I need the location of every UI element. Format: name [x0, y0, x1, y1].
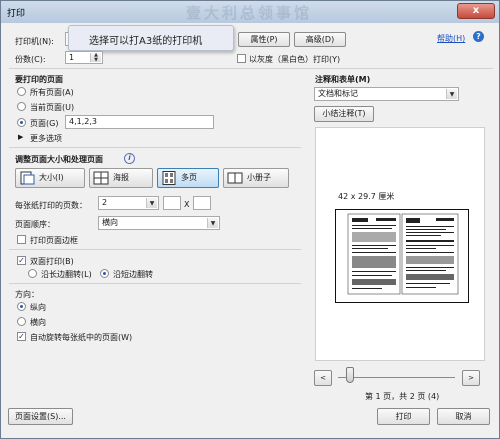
cancel-button[interactable]: 取消 — [437, 408, 490, 425]
more-options-link[interactable]: 更多选项 — [30, 133, 62, 144]
current-page-radio[interactable] — [17, 102, 26, 111]
divider — [9, 147, 301, 148]
page-slider-thumb[interactable] — [346, 367, 354, 383]
page-slider-track[interactable] — [338, 377, 455, 378]
grayscale-checkbox[interactable] — [237, 54, 246, 63]
grayscale-label: 以灰度（黑白色）打印(Y) — [249, 55, 341, 64]
divider — [9, 249, 301, 250]
comments-section-title: 注释和表单(M) — [315, 75, 371, 84]
divider — [9, 283, 301, 284]
duplex-checkbox[interactable]: ✓ — [17, 256, 26, 265]
chevron-down-icon: ▼ — [146, 198, 157, 208]
print-button[interactable]: 打印 — [377, 408, 430, 425]
sizing-section-title: 调整页面大小和处理页面 — [15, 155, 103, 164]
page-range-radio[interactable] — [17, 118, 26, 127]
multiple-pages-button[interactable]: 多页 — [157, 168, 219, 188]
all-pages-label: 所有页面(A) — [30, 88, 74, 97]
divider — [9, 68, 493, 69]
page-range-label: 页面(G) — [30, 119, 59, 128]
pages-per-sheet-label: 每张纸打印的页数： — [15, 201, 87, 210]
pages-section-title: 要打印的页面 — [15, 75, 63, 84]
next-page-button[interactable]: > — [462, 370, 480, 386]
auto-rotate-checkbox[interactable]: ✓ — [17, 332, 26, 341]
window-title: 打印 — [7, 9, 26, 19]
copies-label: 份数(C): — [15, 55, 46, 64]
spinner-icon[interactable]: ▲ ▼ — [90, 53, 101, 63]
times-label: X — [184, 200, 190, 209]
comments-dropdown[interactable]: 文档和标记 ▼ — [314, 87, 459, 101]
size-button[interactable]: 大小(I) — [15, 168, 85, 188]
pages-per-sheet-select[interactable]: 2 ▼ — [98, 196, 159, 210]
previous-page-button[interactable]: < — [314, 370, 332, 386]
preview-sheet — [335, 209, 469, 303]
short-edge-radio[interactable] — [100, 269, 109, 278]
help-link[interactable]: 帮助(H) — [437, 33, 465, 44]
close-button[interactable]: x — [457, 3, 495, 19]
portrait-label: 纵向 — [30, 303, 46, 312]
chevron-down-icon: ▼ — [207, 218, 218, 228]
page-size-icon — [19, 171, 35, 185]
annotation-tooltip: 选择可以打A3纸的打印机 — [68, 25, 234, 51]
advanced-button[interactable]: 高级(D) — [294, 32, 346, 47]
long-edge-radio[interactable] — [28, 269, 37, 278]
printer-label: 打印机(N): — [15, 37, 54, 46]
poster-button[interactable]: 海报 — [89, 168, 153, 188]
chevron-down-icon: ▼ — [446, 89, 457, 99]
landscape-label: 横向 — [30, 318, 46, 327]
poster-icon — [93, 171, 109, 185]
print-dialog: 打印 壹大利总领事馆 x 打印机(N): ▼ 选择可以打A3纸的打印机 属性(P… — [0, 0, 500, 439]
page-order-label: 页面顺序： — [15, 220, 55, 229]
all-pages-radio[interactable] — [17, 87, 26, 96]
page-setup-button[interactable]: 页面设置(S)... — [8, 408, 73, 425]
paper-size-text: 42 x 29.7 厘米 — [338, 192, 395, 201]
booklet-icon — [227, 171, 243, 185]
landscape-radio[interactable] — [17, 317, 26, 326]
print-border-label: 打印页面边框 — [30, 236, 78, 245]
page-order-select[interactable]: 横向 ▼ — [98, 216, 220, 230]
summarize-comments-button[interactable]: 小结注释(T) — [314, 106, 374, 122]
page-status-text: 第 1 页，共 2 页 (4) — [365, 392, 440, 401]
pages-per-sheet-rows[interactable] — [193, 196, 211, 210]
duplex-label: 双面打印(B) — [30, 257, 74, 266]
expand-triangle-icon[interactable]: ▶ — [18, 133, 23, 141]
orientation-title: 方向： — [15, 290, 39, 299]
portrait-radio[interactable] — [17, 302, 26, 311]
title-bar: 打印 壹大利总领事馆 x — [1, 1, 499, 23]
help-icon[interactable]: ? — [473, 31, 484, 42]
pages-per-sheet-columns[interactable] — [163, 196, 181, 210]
current-page-label: 当前页面(U) — [30, 103, 75, 112]
page-range-input[interactable]: 4,1,2,3 — [65, 115, 214, 129]
print-border-checkbox[interactable] — [17, 235, 26, 244]
booklet-button[interactable]: 小册子 — [223, 168, 289, 188]
properties-button[interactable]: 属性(P) — [238, 32, 290, 47]
long-edge-label: 沿长边翻转(L) — [41, 270, 92, 279]
multiple-pages-icon — [161, 170, 177, 185]
info-icon[interactable]: i — [124, 153, 135, 164]
document-thumbnails-icon — [347, 213, 459, 295]
copies-input[interactable]: 1 ▲ ▼ — [65, 51, 103, 64]
background-watermark: 壹大利总领事馆 — [186, 4, 313, 22]
auto-rotate-label: 自动旋转每张纸中的页面(W) — [30, 333, 133, 342]
short-edge-label: 沿短边翻转 — [113, 270, 153, 279]
